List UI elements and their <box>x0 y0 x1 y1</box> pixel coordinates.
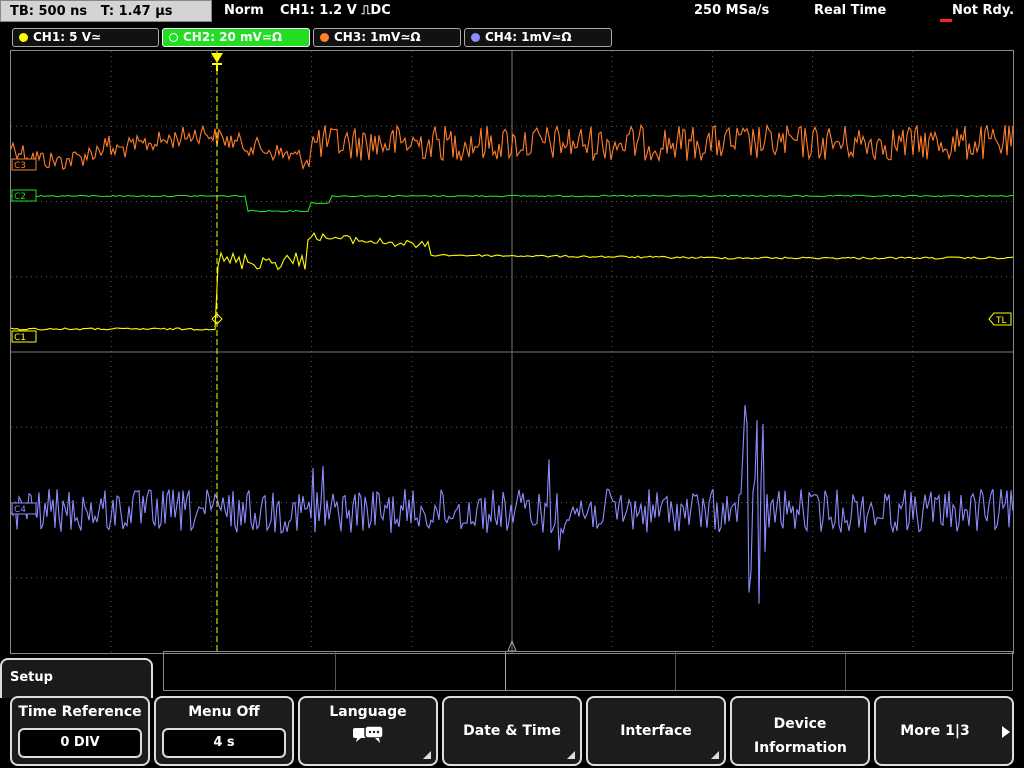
trigger-time-value: T: 1.47 µs <box>100 4 173 19</box>
ch4-offset-marker[interactable]: C4 <box>11 502 37 515</box>
trigger-position-marker-icon[interactable] <box>211 53 223 71</box>
ch1-marker-text: C1 <box>14 333 26 343</box>
menu-off-label: Menu Off <box>188 704 260 720</box>
menu-off-button[interactable]: Menu Off 4 s <box>154 696 294 766</box>
trigger-source[interactable]: CH1: 1.2 V ⎍DC <box>280 3 391 18</box>
trigger-level-text: TL <box>995 316 1007 326</box>
timebase-box[interactable]: TB: 500 ns T: 1.47 µs <box>0 0 212 22</box>
ch4-dot-icon <box>471 33 480 42</box>
menu-title-tab: Setup <box>0 658 153 698</box>
date-time-label: Date & Time <box>463 723 561 739</box>
not-ready-indicator <box>940 19 952 22</box>
device-information-button[interactable]: Device Information <box>730 696 870 766</box>
ch3-dot-icon <box>320 33 329 42</box>
submenu-indicator-icon <box>423 751 431 759</box>
timebase-value: TB: 500 ns <box>10 4 88 19</box>
ch2-marker-text: C2 <box>14 192 26 202</box>
channel-tab-ch1[interactable]: CH1: 5 V≃ <box>12 28 159 47</box>
submenu-indicator-icon <box>711 751 719 759</box>
menu-title: Setup <box>10 670 53 685</box>
ch3-marker-text: C3 <box>14 161 26 171</box>
trigger-level-marker[interactable]: TL <box>988 312 1012 326</box>
sample-rate: 250 MSa/s <box>694 3 770 18</box>
interface-button[interactable]: Interface <box>586 696 726 766</box>
channel-tab-ch3[interactable]: CH3: 1mV≃Ω <box>313 28 461 47</box>
acquisition-mode[interactable]: Real Time <box>814 3 886 18</box>
language-button[interactable]: Language <box>298 696 438 766</box>
menu-off-value: 4 s <box>162 728 286 758</box>
time-reference-button[interactable]: Time Reference 0 DIV <box>10 696 150 766</box>
interface-label: Interface <box>620 723 692 739</box>
channel-tab-ch4[interactable]: CH4: 1mV≃Ω <box>464 28 612 47</box>
time-reference-label: Time Reference <box>18 704 142 720</box>
channel-tab-ch2[interactable]: CH2: 20 mV≃Ω <box>162 28 310 47</box>
device-information-label: Device Information <box>754 716 847 756</box>
ch2-dot-icon <box>169 33 178 42</box>
more-label: More 1|3 <box>900 723 970 739</box>
submenu-indicator-icon <box>567 751 575 759</box>
status-bar: TB: 500 ns T: 1.47 µs Norm CH1: 1.2 V ⎍D… <box>0 0 1024 24</box>
ch3-label: CH3: 1mV≃Ω <box>334 30 421 44</box>
ch2-label: CH2: 20 mV≃Ω <box>183 30 283 44</box>
ch4-label: CH4: 1mV≃Ω <box>485 30 572 44</box>
next-page-arrow-icon[interactable] <box>1002 726 1010 738</box>
ch2-offset-marker[interactable]: C2 <box>11 189 37 202</box>
ch3-offset-marker[interactable]: C3 <box>11 158 37 171</box>
ch1-label: CH1: 5 V≃ <box>33 30 102 44</box>
time-reference-value: 0 DIV <box>18 728 142 758</box>
more-button[interactable]: More 1|3 <box>874 696 1014 766</box>
trigger-mode[interactable]: Norm <box>224 3 264 18</box>
ch1-dot-icon <box>19 33 28 42</box>
run-state: Not Rdy. <box>952 3 1015 18</box>
ch4-marker-text: C4 <box>14 505 26 515</box>
speech-bubbles-icon <box>353 725 384 743</box>
ch1-offset-marker[interactable]: C1 <box>11 330 37 343</box>
zoom-overview-strip <box>163 651 1013 691</box>
date-time-button[interactable]: Date & Time <box>442 696 582 766</box>
language-label: Language <box>329 704 407 720</box>
waveform-display[interactable]: C3 C2 C1 C4 TL <box>10 50 1014 654</box>
